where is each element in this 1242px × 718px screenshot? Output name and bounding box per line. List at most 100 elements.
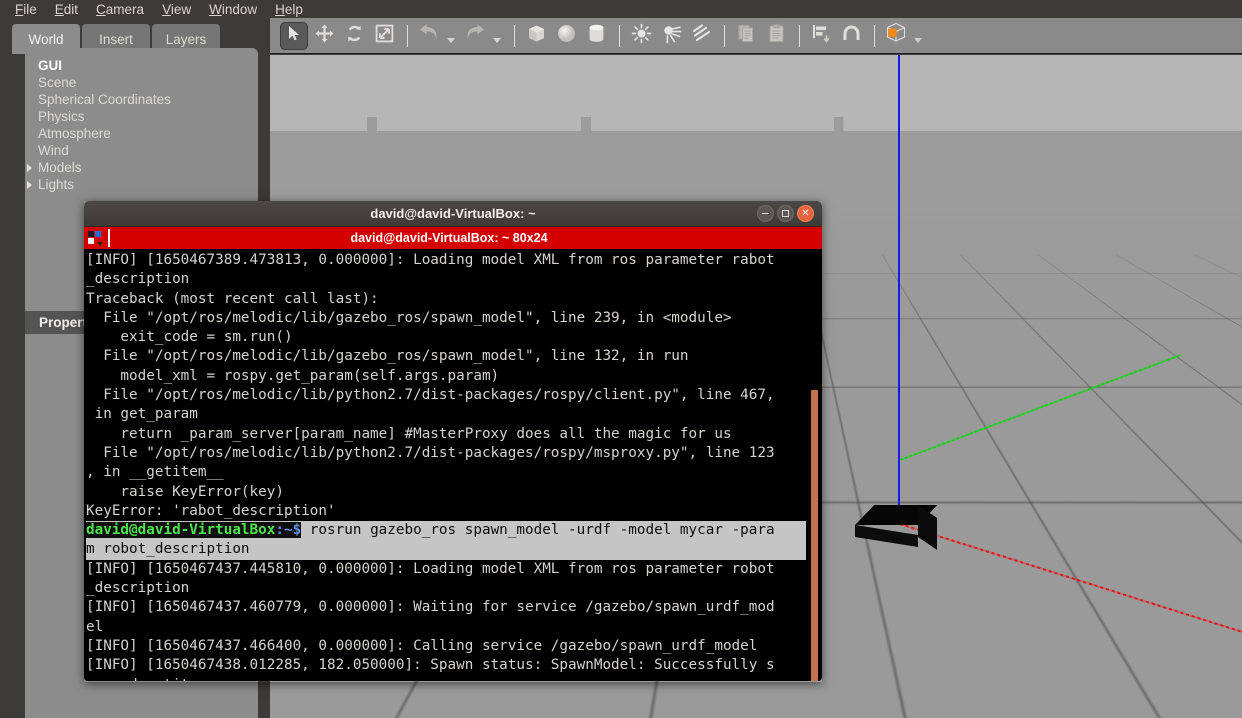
- terminal-output[interactable]: [INFO] [1650467389.473813, 0.000000]: Lo…: [84, 249, 806, 681]
- tree-item-wind[interactable]: Wind: [25, 142, 258, 159]
- terminal-line: [INFO] [1650467437.460779, 0.000000]: Wa…: [86, 599, 775, 616]
- maximize-icon: [782, 210, 789, 217]
- tree-item-gui[interactable]: GUI: [25, 57, 258, 74]
- scale-mode-button[interactable]: [370, 22, 398, 50]
- terminal-tab-label[interactable]: david@david-VirtualBox: ~ 80x24: [110, 231, 788, 245]
- chevron-right-icon[interactable]: [27, 181, 32, 189]
- paste-button[interactable]: [762, 22, 790, 50]
- terminal-line: [INFO] [1650467438.012285, 182.050000]: …: [86, 657, 775, 674]
- horizon-line: [270, 117, 1242, 131]
- chevron-right-icon[interactable]: [27, 164, 32, 172]
- toolbar-separator: [724, 24, 725, 47]
- insert-sphere-button[interactable]: [552, 22, 580, 50]
- cursor-arrow-icon: [286, 25, 303, 47]
- minimize-button[interactable]: [757, 205, 774, 222]
- axis-z-line: [898, 55, 900, 525]
- terminal-line: KeyError: 'rabot_description': [86, 502, 336, 519]
- terminal-line: _description: [86, 271, 190, 288]
- menu-bar: File Edit Camera View Window Help: [0, 0, 1242, 18]
- menu-item-window[interactable]: Window: [200, 1, 266, 18]
- directional-light-icon: [691, 23, 712, 49]
- paste-icon: [766, 23, 787, 49]
- insert-spot-light-button[interactable]: [657, 22, 685, 50]
- menu-item-camera[interactable]: Camera: [87, 1, 153, 18]
- toolbar-separator: [619, 24, 620, 47]
- tree-item-atmosphere[interactable]: Atmosphere: [25, 125, 258, 142]
- terminal-line: [INFO] [1650467389.473813, 0.000000]: Lo…: [86, 252, 775, 268]
- cylinder-icon: [586, 23, 607, 49]
- terminal-line: [INFO] [1650467437.445810, 0.000000]: Lo…: [86, 560, 775, 577]
- terminal-command-text: rosrun gazebo_ros spawn_model -urdf -mod…: [301, 522, 775, 539]
- insert-box-button[interactable]: [522, 22, 550, 50]
- redo-button[interactable]: [461, 22, 489, 50]
- tree-item-models[interactable]: Models: [25, 159, 258, 176]
- tree-item-scene[interactable]: Scene: [25, 74, 258, 91]
- terminal-line: el: [86, 618, 104, 635]
- redo-arrow-icon: [465, 24, 485, 47]
- tree-item-label: Physics: [38, 109, 85, 124]
- sky-band: [270, 55, 1242, 123]
- align-icon: [811, 23, 832, 49]
- undo-dropdown-caret[interactable]: [445, 22, 457, 50]
- world-tree: GUI Scene Spherical Coordinates Physics …: [25, 57, 258, 193]
- align-button[interactable]: [807, 22, 835, 50]
- translate-mode-button[interactable]: [310, 22, 338, 50]
- terminal-tab-menu-icon[interactable]: [88, 230, 103, 246]
- terminal-titlebar[interactable]: david@david-VirtualBox: ~ ✕: [84, 201, 822, 227]
- tree-item-label: Models: [38, 160, 82, 175]
- toolbar-separator: [514, 24, 515, 47]
- toolbar-separator: [874, 24, 875, 47]
- point-light-icon: [631, 23, 652, 49]
- spawned-model-mycar[interactable]: [855, 505, 938, 550]
- terminal-body[interactable]: [INFO] [1650467389.473813, 0.000000]: Lo…: [84, 249, 822, 681]
- terminal-line: File "/opt/ros/melodic/lib/python2.7/dis…: [86, 444, 775, 461]
- insert-point-light-button[interactable]: [627, 22, 655, 50]
- move-arrows-icon: [315, 24, 334, 48]
- tree-item-label: Spherical Coordinates: [38, 92, 171, 107]
- minimize-icon: [762, 212, 769, 215]
- terminal-line: Traceback (most recent call last):: [86, 290, 379, 307]
- copy-button[interactable]: [732, 22, 760, 50]
- window-controls: ✕: [757, 205, 814, 222]
- undo-arrow-icon: [419, 24, 439, 47]
- view-angle-dropdown-caret[interactable]: [912, 22, 924, 50]
- terminal-line: model_xml = rospy.get_param(self.args.pa…: [86, 367, 500, 384]
- snap-button[interactable]: [837, 22, 865, 50]
- tree-item-physics[interactable]: Physics: [25, 108, 258, 125]
- terminal-scrollbar-thumb[interactable]: [811, 390, 818, 681]
- insert-cylinder-button[interactable]: [582, 22, 610, 50]
- close-button[interactable]: ✕: [797, 205, 814, 222]
- tree-item-lights[interactable]: Lights: [25, 176, 258, 193]
- terminal-tab-bar: david@david-VirtualBox: ~ 80x24: [84, 227, 822, 249]
- terminal-line: File "/opt/ros/melodic/lib/gazebo_ros/sp…: [86, 309, 732, 326]
- close-icon: ✕: [801, 207, 810, 219]
- model-box-side-face: [918, 505, 937, 550]
- terminal-prompt-user: david@david-VirtualBox: [86, 522, 276, 539]
- terminal-window[interactable]: david@david-VirtualBox: ~ ✕ david@david-…: [84, 201, 822, 682]
- scale-arrows-icon: [375, 24, 394, 48]
- insert-directional-light-button[interactable]: [687, 22, 715, 50]
- undo-button[interactable]: [415, 22, 443, 50]
- tree-item-label: GUI: [38, 58, 63, 73]
- toolbar-separator: [799, 24, 800, 47]
- tree-item-label: Scene: [38, 75, 77, 90]
- terminal-line: [INFO] [1650467437.466400, 0.000000]: Ca…: [86, 637, 758, 654]
- terminal-scrollbar[interactable]: [806, 249, 822, 681]
- redo-dropdown-caret[interactable]: [491, 22, 503, 50]
- terminal-line: , in __getitem__: [86, 464, 224, 481]
- gazebo-application-window: File Edit Camera View Window Help World …: [0, 0, 1242, 718]
- menu-item-file[interactable]: File: [6, 1, 46, 18]
- terminal-window-title: david@david-VirtualBox: ~: [370, 206, 536, 221]
- terminal-line: in get_param: [86, 406, 198, 423]
- terminal-line: exit_code = sm.run(): [86, 329, 293, 346]
- terminal-line: pawned entity: [86, 676, 806, 681]
- terminal-line: _description: [86, 580, 190, 597]
- maximize-button[interactable]: [777, 205, 794, 222]
- menu-item-edit[interactable]: Edit: [46, 1, 87, 18]
- menu-item-help[interactable]: Help: [266, 1, 312, 18]
- view-angle-button[interactable]: [882, 22, 910, 50]
- menu-item-view[interactable]: View: [153, 1, 200, 18]
- rotate-mode-button[interactable]: [340, 22, 368, 50]
- tree-item-spherical-coordinates[interactable]: Spherical Coordinates: [25, 91, 258, 108]
- select-mode-button[interactable]: [280, 21, 308, 50]
